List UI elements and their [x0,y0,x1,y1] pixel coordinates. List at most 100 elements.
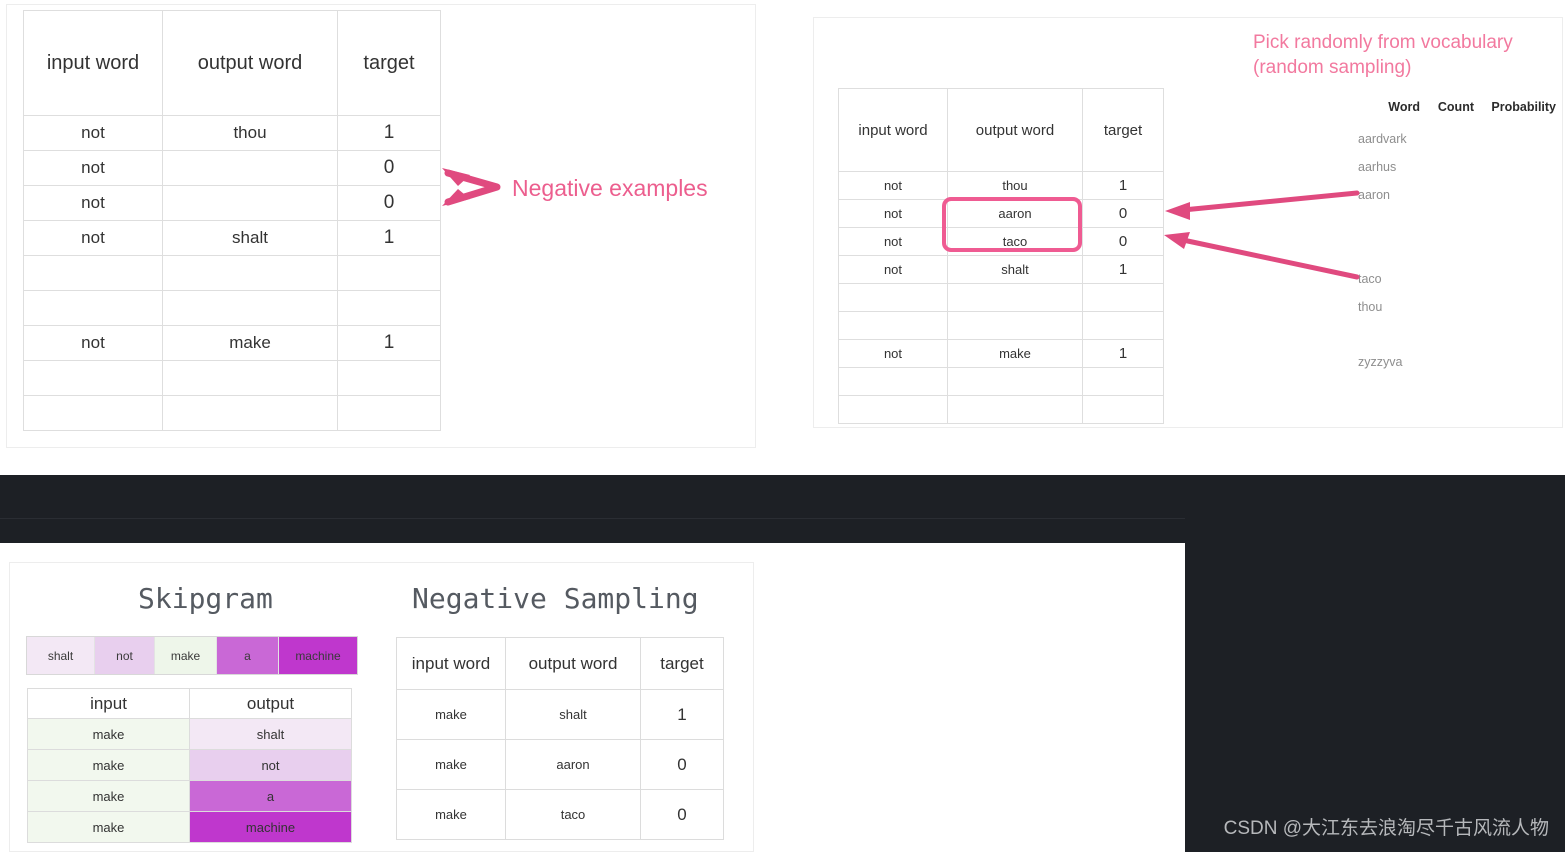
random-sampling-note: Pick randomly from vocabulary (random sa… [1253,30,1553,80]
cell-target [1082,311,1164,340]
header-output-word: output word [947,88,1083,172]
cell-input-word [838,283,948,312]
negative-sampling-table: input word output word target make shalt… [396,637,724,840]
cell-input-word: not [23,150,163,186]
cell-output: machine [189,811,352,843]
cell-output-word [162,290,338,326]
cell-target: 0 [337,185,441,221]
cell-input-word: not [23,185,163,221]
table-row: not thou 1 [23,115,441,151]
cell-output-word [162,360,338,396]
vocabulary-row: aaron [1358,188,1390,202]
negative-examples-annotation-label: Negative examples [512,175,708,201]
cell-target: 1 [1082,171,1164,200]
cell-output-word: shalt [162,220,338,256]
table-row: not thou 1 [838,171,1164,200]
cell-output-word [947,367,1083,396]
cell-target [337,255,441,291]
header-input: input [27,688,190,719]
cell-input-word [23,255,163,291]
cell-target: 0 [337,150,441,186]
cell-target [1082,367,1164,396]
cell-output: not [189,749,352,781]
cell-input-word [838,311,948,340]
table-row: not make 1 [23,325,441,361]
cell-output-word: aaron [505,739,641,790]
negative-sampling-title: Negative Sampling [412,582,699,615]
vocabulary-header-word: Word [1388,100,1420,114]
table-header-row: input word output word target [23,10,441,116]
vocabulary-row: aarhus [1358,160,1397,174]
cell-target: 1 [1082,255,1164,284]
cell-target: 1 [1082,339,1164,368]
cell-target: 0 [1082,227,1164,256]
header-target: target [640,637,724,690]
screenshot-root: input word output word target not thou 1… [0,0,1565,852]
header-input-word: input word [23,10,163,116]
word-strip-label: a [244,648,251,663]
table-row: not make 1 [838,339,1164,368]
table-header-row: input word output word target [838,88,1164,172]
table-header-row: input word output word target [396,637,724,690]
word-strip-cell: a [217,637,279,674]
cell-target [1082,395,1164,424]
table-row: make taco 0 [396,789,724,840]
cell-target [337,290,441,326]
cell-input-word: not [838,171,948,200]
table-row: make aaron 0 [396,739,724,790]
table-row [838,367,1164,396]
cell-input: make [27,811,190,843]
sampled-words-highlight-box [942,197,1082,252]
csdn-watermark: CSDN @大江东去浪淘尽千古风流人物 [1223,818,1549,839]
cell-target: 1 [337,325,441,361]
cell-input-word [23,360,163,396]
vocabulary-row: thou [1358,300,1383,314]
cell-output-word [947,283,1083,312]
cell-input-word: not [838,199,948,228]
cell-input-word: not [23,115,163,151]
cell-output-word: thou [162,115,338,151]
vocabulary-header-count: Count [1437,100,1474,114]
cell-input-word [23,290,163,326]
header-target: target [337,10,441,116]
random-sampling-note-line2: (random sampling) [1253,57,1412,78]
table-row [23,255,441,291]
cell-target [337,395,441,431]
cell-target: 1 [640,689,724,740]
table-row: make shalt [27,718,352,750]
table-row [838,395,1164,424]
word-strip-label: shalt [47,648,74,663]
cell-output-word: shalt [505,689,641,740]
cell-output-word [162,185,338,221]
cell-target [1082,283,1164,312]
table-row [23,360,441,396]
context-window-word-strip: shalt not make a machine [26,636,358,675]
table-row [23,290,441,326]
cell-output-word: shalt [947,255,1083,284]
word-strip-cell: shalt [27,637,95,674]
negative-examples-table: input word output word target not thou 1… [23,10,441,431]
table-row [838,283,1164,312]
word-strip-cell: not [95,637,155,674]
table-row: make a [27,780,352,812]
cell-input-word [838,395,948,424]
table-row: not 0 [23,185,441,221]
cell-target: 0 [640,739,724,790]
table-row: not 0 [23,150,441,186]
cell-output: a [189,780,352,812]
table-row: make machine [27,811,352,843]
header-input-word: input word [838,88,948,172]
cell-input-word [23,395,163,431]
table-row: make not [27,749,352,781]
cell-input: make [27,780,190,812]
skipgram-input-output-table: input output make shalt make not make a … [27,688,352,843]
cell-input-word: not [838,339,948,368]
dark-right-region: CSDN @大江东去浪淘尽千古风流人物 [1185,475,1565,852]
header-output-word: output word [505,637,641,690]
cell-input-word: not [838,227,948,256]
cell-output-word [947,311,1083,340]
cell-target [337,360,441,396]
vocabulary-header-row: Word Count Probability [1358,100,1558,114]
cell-output-word [947,395,1083,424]
word-strip-cell: make [155,637,217,674]
